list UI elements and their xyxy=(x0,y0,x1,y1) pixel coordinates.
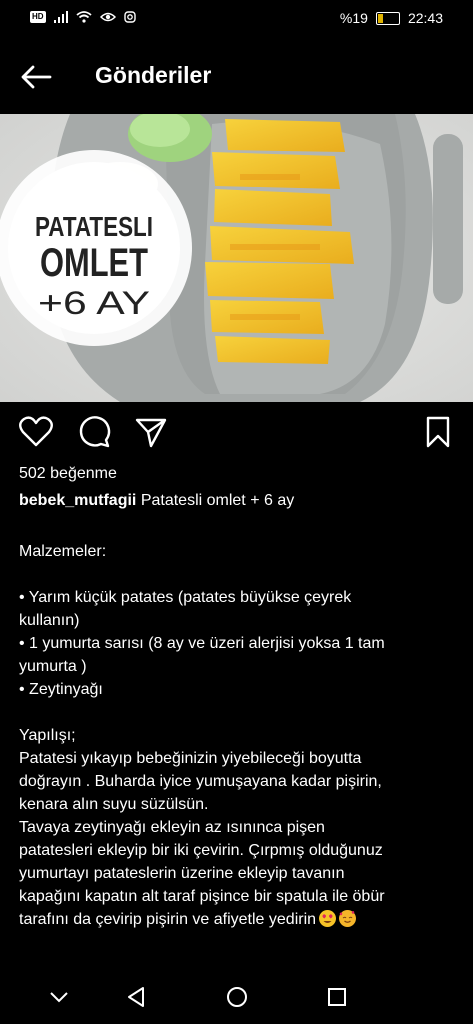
clock: 22:43 xyxy=(407,10,443,26)
instagram-notification-icon xyxy=(123,11,136,23)
like-count[interactable]: 502 beğenme xyxy=(19,465,117,483)
description-line: doğrayın . Buharda iyice yumuşayana kada… xyxy=(19,770,459,793)
description-line: Malzemeler: xyxy=(19,540,459,563)
heart-eyes-emoji xyxy=(319,910,337,927)
description-line-text: Yapılışı; xyxy=(19,727,76,744)
nav-home-icon[interactable] xyxy=(222,982,252,1012)
description-line-text: • Yarım küçük patates (patates büyükse ç… xyxy=(19,589,352,606)
battery-icon xyxy=(375,11,400,25)
description-line: kapağını kapatın alt taraf pişince bir s… xyxy=(19,885,459,908)
post-caption: bebek_mutfagii Patatesli omlet + 6 ay xyxy=(19,492,294,510)
comment-icon[interactable] xyxy=(76,414,112,450)
page-title: Gönderiler xyxy=(95,62,212,88)
post-image[interactable]: PATATESLI OMLET +6 AY xyxy=(0,114,473,402)
app-bar: Gönderiler xyxy=(0,40,473,114)
signal-icon xyxy=(53,11,68,23)
description-line: tarafını da çevirip pişirin ve afiyetle … xyxy=(19,908,459,931)
overlay-title-line2: OMLET xyxy=(40,241,148,285)
overlay-title-line1: PATATESLI xyxy=(35,211,153,242)
description-line-text: yumurtayı patateslerin üzerine ekleyip t… xyxy=(19,865,345,882)
back-arrow-icon[interactable] xyxy=(18,62,54,92)
description-line-text: tarafını da çevirip pişirin ve afiyetle … xyxy=(19,911,317,928)
caption-text: Patatesli omlet + 6 ay xyxy=(140,492,295,509)
overlay-title-line3: +6 AY xyxy=(38,285,150,321)
description-line: kullanın) xyxy=(19,609,459,632)
description-line: • Yarım küçük patates (patates büyükse ç… xyxy=(19,586,459,609)
description-line: patatesleri ekleyip bir iki çevirin. Çır… xyxy=(19,839,459,862)
description-line: Patatesi yıkayıp bebeğinizin yiyebileceğ… xyxy=(19,747,459,770)
post-description: Malzemeler: • Yarım küçük patates (patat… xyxy=(19,540,459,931)
system-nav-bar xyxy=(0,970,473,1024)
status-left: HD xyxy=(30,11,136,23)
description-line: • Zeytinyağı xyxy=(19,678,459,701)
description-line-text: kenara alın suyu süzülsün. xyxy=(19,796,209,813)
description-line-text: • Zeytinyağı xyxy=(19,681,103,698)
description-line-text: • 1 yumurta sarısı (8 ay ve üzeri alerji… xyxy=(19,635,385,652)
description-line-text: yumurta ) xyxy=(19,658,87,675)
chevron-down-icon[interactable] xyxy=(44,982,74,1012)
description-line-text: kapağını kapatın alt taraf pişince bir s… xyxy=(19,888,385,905)
wifi-icon xyxy=(75,11,92,23)
description-line-text: patatesleri ekleyip bir iki çevirin. Çır… xyxy=(19,842,383,859)
status-right: %19 22:43 xyxy=(340,10,443,26)
description-line: kenara alın suyu süzülsün. xyxy=(19,793,459,816)
hd-badge: HD xyxy=(30,11,46,23)
like-heart-icon[interactable] xyxy=(18,414,54,450)
description-line-text: kullanın) xyxy=(19,612,80,629)
post-actions xyxy=(0,414,473,454)
battery-percent: %19 xyxy=(339,10,368,26)
description-line-text: Patatesi yıkayıp bebeğinizin yiyebileceğ… xyxy=(19,750,362,767)
nav-recents-icon[interactable] xyxy=(322,982,352,1012)
username-link[interactable]: bebek_mutfagii xyxy=(19,492,136,509)
description-line-text: Tavaya zeytinyağı ekleyin az ısınınca pi… xyxy=(19,819,325,836)
smiling-face-with-hearts-emoji xyxy=(339,910,357,927)
description-line: yumurtayı patateslerin üzerine ekleyip t… xyxy=(19,862,459,885)
description-line: yumurta ) xyxy=(19,655,459,678)
description-line-text: Malzemeler: xyxy=(19,543,107,560)
description-line-text: doğrayın . Buharda iyice yumuşayana kada… xyxy=(19,773,382,790)
description-line: • 1 yumurta sarısı (8 ay ve üzeri alerji… xyxy=(19,632,459,655)
omelet-photo: PATATESLI OMLET +6 AY xyxy=(0,114,473,402)
bookmark-icon[interactable] xyxy=(420,414,456,450)
description-line: Tavaya zeytinyağı ekleyin az ısınınca pi… xyxy=(19,816,459,839)
nav-back-icon[interactable] xyxy=(121,982,151,1012)
share-send-icon[interactable] xyxy=(133,414,169,450)
eye-icon xyxy=(99,12,116,22)
description-line: Yapılışı; xyxy=(19,724,459,747)
status-bar: HD %19 22:43 xyxy=(0,0,473,40)
